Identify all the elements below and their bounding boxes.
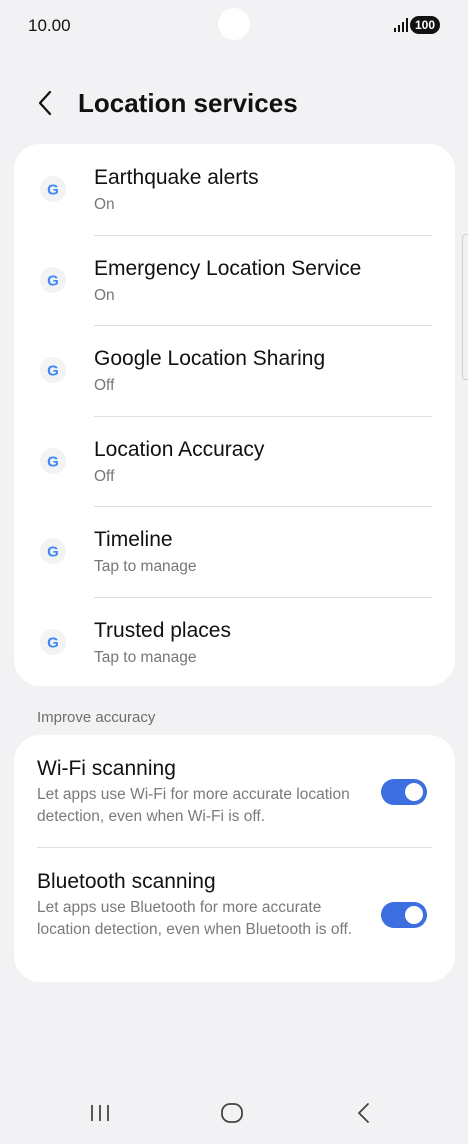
item-title: Emergency Location Service: [94, 257, 362, 280]
page-title: Location services: [78, 88, 298, 118]
home-icon: [221, 1103, 243, 1123]
item-subtitle: On: [94, 287, 115, 304]
item-subtitle: Off: [94, 468, 115, 485]
item-subtitle: Tap to manage: [94, 649, 197, 666]
item-title: Trusted places: [94, 619, 231, 642]
toggle-knob: [405, 906, 423, 924]
item-title: Bluetooth scanning: [37, 870, 216, 893]
back-icon: [358, 1103, 369, 1123]
location-services-list: G Earthquake alerts On G Emergency Locat…: [14, 144, 455, 686]
svg-text:G: G: [47, 273, 59, 290]
list-item-trusted-places[interactable]: G Trusted places Tap to manage: [14, 597, 455, 687]
svg-text:G: G: [47, 182, 59, 199]
svg-text:G: G: [47, 544, 59, 561]
item-description: Let apps use Wi-Fi for more accurate loc…: [37, 786, 350, 825]
list-item-earthquake-alerts[interactable]: G Earthquake alerts On: [14, 144, 455, 234]
status-time: 10.00: [28, 16, 71, 35]
back-button[interactable]: [30, 88, 60, 118]
recent-apps-button[interactable]: [80, 1100, 120, 1126]
list-item-emergency-location-service[interactable]: G Emergency Location Service On: [14, 235, 455, 325]
item-description: Let apps use Bluetooth for more accurate…: [37, 899, 353, 938]
item-title: Earthquake alerts: [94, 166, 259, 189]
google-icon: G: [40, 538, 66, 564]
battery-icon: 100: [410, 16, 440, 34]
item-title: Location Accuracy: [94, 438, 265, 461]
list-item-timeline[interactable]: G Timeline Tap to manage: [14, 506, 455, 596]
list-item-bluetooth-scanning[interactable]: Bluetooth scanning Let apps use Bluetoot…: [14, 848, 455, 982]
app-header: Location services: [0, 82, 468, 126]
bluetooth-scanning-toggle[interactable]: [381, 902, 427, 928]
svg-text:G: G: [47, 454, 59, 471]
item-subtitle: On: [94, 196, 115, 213]
status-bar: 10.00 100: [0, 0, 468, 50]
camera-cutout: [218, 8, 250, 40]
navigation-bar: [0, 1080, 468, 1144]
scrollbar[interactable]: [462, 234, 468, 380]
section-label-improve-accuracy: Improve accuracy: [37, 709, 156, 726]
list-item-wifi-scanning[interactable]: Wi-Fi scanning Let apps use Wi-Fi for mo…: [14, 735, 455, 847]
chevron-left-icon: [38, 90, 52, 116]
svg-text:G: G: [47, 363, 59, 380]
item-title: Timeline: [94, 528, 173, 551]
google-icon: G: [40, 629, 66, 655]
home-button[interactable]: [212, 1100, 252, 1126]
improve-accuracy-list: Wi-Fi scanning Let apps use Wi-Fi for mo…: [14, 735, 455, 982]
item-subtitle: Tap to manage: [94, 558, 197, 575]
item-title: Wi-Fi scanning: [37, 757, 176, 780]
google-icon: G: [40, 357, 66, 383]
item-title: Google Location Sharing: [94, 347, 326, 370]
google-icon: G: [40, 176, 66, 202]
signal-icon: [394, 18, 408, 32]
google-icon: G: [40, 267, 66, 293]
list-item-location-accuracy[interactable]: G Location Accuracy Off: [14, 416, 455, 506]
wifi-scanning-toggle[interactable]: [381, 779, 427, 805]
back-nav-button[interactable]: [343, 1100, 383, 1126]
item-subtitle: Off: [94, 377, 115, 394]
svg-text:G: G: [47, 635, 59, 652]
recent-apps-icon: [91, 1105, 109, 1121]
list-item-google-location-sharing[interactable]: G Google Location Sharing Off: [14, 325, 455, 415]
google-icon: G: [40, 448, 66, 474]
toggle-knob: [405, 783, 423, 801]
